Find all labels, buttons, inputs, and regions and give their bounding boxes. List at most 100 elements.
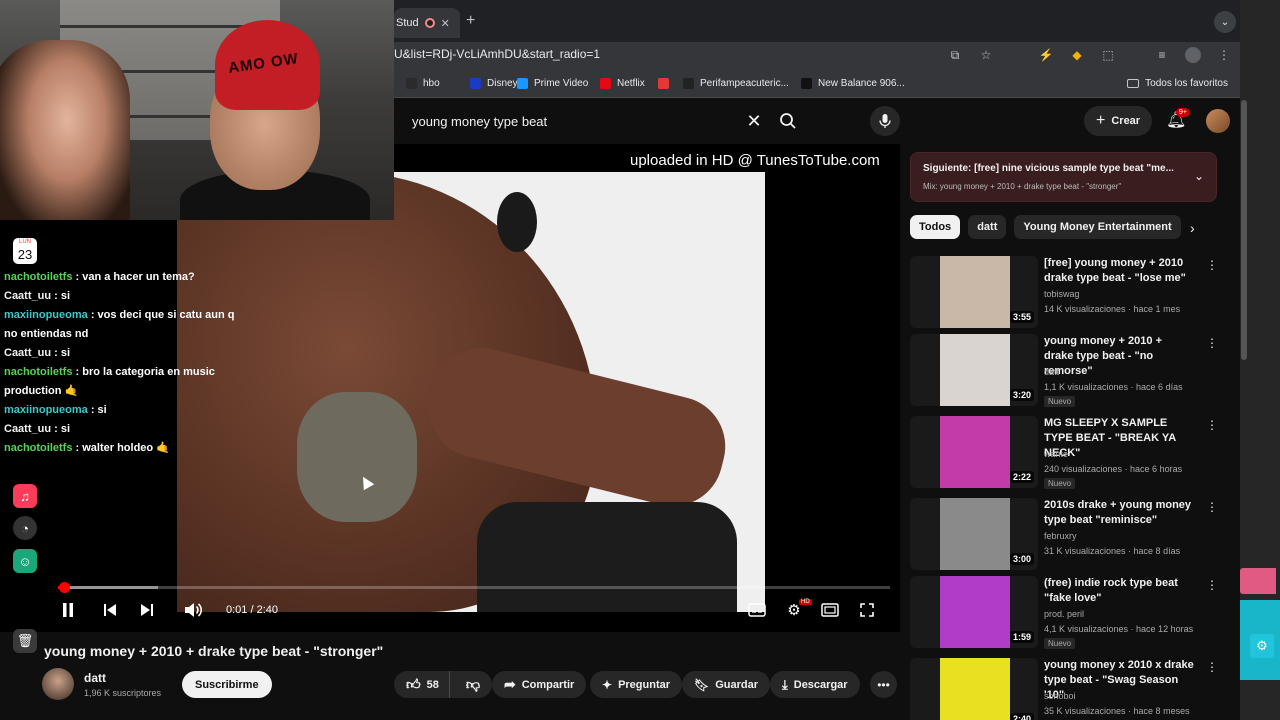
video-thumbnail[interactable]: 3:00 <box>910 498 1038 570</box>
profile-avatar-icon[interactable] <box>1185 47 1201 63</box>
recommendation-channel[interactable]: datt <box>1044 367 1059 377</box>
media-control-icon[interactable]: ≡ <box>1154 47 1170 63</box>
fullscreen-icon[interactable] <box>855 600 879 620</box>
account-avatar[interactable] <box>1206 109 1230 133</box>
extensions-puzzle-icon[interactable]: ⬚ <box>1100 47 1116 63</box>
more-actions-icon[interactable]: ••• <box>870 671 897 698</box>
bookmark-item[interactable] <box>658 78 675 89</box>
bookmark-item[interactable]: Netflix <box>600 78 645 89</box>
subscribe-button[interactable]: Suscribirme <box>182 671 272 698</box>
search-box[interactable]: young money type beat ✕ <box>398 104 808 138</box>
chat-message: Caatt_uu : si <box>4 287 244 306</box>
chevron-down-icon[interactable]: ⌄ <box>1194 169 1204 183</box>
more-options-icon[interactable]: ⋮ <box>1206 258 1218 272</box>
channel-name[interactable]: datt <box>84 671 106 685</box>
channel-avatar[interactable] <box>42 668 74 700</box>
settings-gear-icon[interactable]: ⚙ <box>1250 634 1274 658</box>
recommendation-channel[interactable]: tobiswag <box>1044 289 1080 299</box>
download-icon: ⤓ <box>782 676 788 692</box>
bookmark-item[interactable]: Prime Video <box>517 78 588 89</box>
clear-search-icon[interactable]: ✕ <box>740 111 768 132</box>
recommendation-channel[interactable]: februxry <box>1044 531 1077 541</box>
browser-tab-active[interactable]: Stud ✕ <box>394 8 460 38</box>
new-tab-button[interactable]: + <box>466 12 475 30</box>
recommendation-item[interactable]: 3:55 [free] young money + 2010 drake type… <box>910 256 1225 334</box>
filter-chip[interactable]: datt <box>968 215 1007 239</box>
chat-message: Caatt_uu : si <box>4 344 244 363</box>
previous-icon[interactable] <box>98 600 122 620</box>
more-options-icon[interactable]: ⋮ <box>1206 500 1218 514</box>
video-thumbnail[interactable]: 2:22 <box>910 416 1038 488</box>
video-thumbnail[interactable]: 1:59 <box>910 576 1038 648</box>
video-content-eye <box>497 192 537 252</box>
save-button[interactable]: 🔖︎ Guardar <box>682 671 771 698</box>
recommendation-channel[interactable]: sohoboi <box>1044 691 1076 701</box>
bookmark-item[interactable]: Perifampeacuteric... <box>683 78 789 89</box>
messaging-app-icon[interactable]: ☺ <box>13 549 37 573</box>
tab-search-button[interactable]: ⌄ <box>1214 11 1236 33</box>
plus-icon: + <box>1096 112 1106 129</box>
ask-button[interactable]: ✦ Preguntar <box>590 671 683 698</box>
video-thumbnail[interactable]: 3:20 <box>910 334 1038 406</box>
close-tab-icon[interactable]: ✕ <box>441 17 450 30</box>
filter-chips: Todos datt Young Money Entertainment <box>910 215 1181 239</box>
voice-search-mic-icon[interactable] <box>870 106 900 136</box>
video-thumbnail[interactable]: 3:55 <box>910 256 1038 328</box>
bookmark-item[interactable]: hbo <box>406 78 440 89</box>
recommendation-title[interactable]: (free) indie rock type beat "fake love" <box>1044 576 1194 606</box>
theater-mode-icon[interactable] <box>818 600 842 620</box>
download-button[interactable]: ⤓ Descargar <box>770 671 860 698</box>
more-options-icon[interactable]: ⋮ <box>1206 660 1218 674</box>
calendar-app-icon[interactable]: LUN 23 <box>13 238 37 264</box>
recommendation-title[interactable]: [free] young money + 2010 drake type bea… <box>1044 256 1194 286</box>
chevron-right-icon[interactable]: › <box>1190 220 1195 236</box>
video-thumbnail[interactable]: 2:40 <box>910 658 1038 720</box>
volume-icon[interactable] <box>181 600 205 620</box>
more-options-icon[interactable]: ⋮ <box>1206 418 1218 432</box>
recommendation-item[interactable]: 2:40 young money x 2010 x drake type beat… <box>910 658 1225 720</box>
up-next-panel[interactable]: Siguiente: [free] nine vicious sample ty… <box>910 152 1217 202</box>
recommendation-item[interactable]: 1:59 (free) indie rock type beat "fake lo… <box>910 576 1225 654</box>
trash-icon[interactable]: 🗑︎ <box>13 629 37 653</box>
extension-icon[interactable]: ⚡ <box>1038 47 1054 63</box>
pause-icon[interactable] <box>56 600 80 620</box>
more-options-icon[interactable]: ⋮ <box>1206 336 1218 350</box>
progress-bar[interactable] <box>58 582 890 593</box>
subtitles-icon[interactable] <box>745 600 769 620</box>
recommendation-item[interactable]: 3:20 young money + 2010 + drake type beat… <box>910 334 1225 412</box>
extension-icon-2[interactable]: ◆ <box>1069 47 1085 63</box>
video-frame[interactable] <box>177 172 765 612</box>
chat-text: : van a hacer un tema? <box>75 271 195 283</box>
recommendation-channel[interactable]: wante <box>1044 449 1068 459</box>
bookmark-icon: 🔖︎ <box>694 677 710 692</box>
chat-message: nachotoiletfs : walter holdeo 🤙 <box>4 439 244 458</box>
share-button[interactable]: ➦ Compartir <box>492 671 587 698</box>
like-button[interactable]: 👍︎ 58 <box>394 671 450 698</box>
next-icon[interactable] <box>135 600 159 620</box>
search-icon[interactable] <box>768 104 808 138</box>
progress-scrubber[interactable] <box>58 582 70 593</box>
bookmark-item[interactable]: New Balance 906... <box>801 78 905 89</box>
filter-chip[interactable]: Young Money Entertainment <box>1014 215 1181 239</box>
dislike-button[interactable]: 👎︎ <box>456 676 492 693</box>
install-app-icon[interactable]: ⧉ <box>947 47 963 63</box>
bookmark-star-icon[interactable]: ☆ <box>978 47 994 63</box>
bookmark-label: Netflix <box>617 78 645 89</box>
music-app-icon[interactable]: ♫ <box>13 484 37 508</box>
recommendation-channel[interactable]: prod. peril <box>1044 609 1084 619</box>
more-options-icon[interactable]: ⋮ <box>1206 578 1218 592</box>
scrollbar-thumb[interactable] <box>1241 100 1247 360</box>
bookmark-item[interactable]: Disney+ <box>470 78 523 89</box>
filter-chip[interactable]: Todos <box>910 215 961 239</box>
recommendation-item[interactable]: 2:22 MG SLEEPY X SAMPLE TYPE BEAT - "BREA… <box>910 416 1225 494</box>
browser-menu-icon[interactable]: ⋮ <box>1216 47 1232 63</box>
activity-monitor-icon[interactable]: ◔ <box>13 516 37 540</box>
all-bookmarks-button[interactable]: Todos los favoritos <box>1127 78 1228 89</box>
recommendation-title[interactable]: young money + 2010 + drake type beat - "… <box>1044 334 1194 379</box>
search-input[interactable]: young money type beat <box>398 114 740 129</box>
recommendation-item[interactable]: 3:00 2010s drake + young money type beat … <box>910 498 1225 576</box>
recommendation-title[interactable]: 2010s drake + young money type beat "rem… <box>1044 498 1194 528</box>
toolbar-icons: ⧉ ☆ ⚡ ◆ ⬚ ≡ ⋮ <box>947 47 1232 63</box>
create-button[interactable]: + Crear <box>1084 106 1153 136</box>
address-bar[interactable]: U&list=RDj-VcLiAmhDU&start_radio=1 <box>394 47 600 61</box>
